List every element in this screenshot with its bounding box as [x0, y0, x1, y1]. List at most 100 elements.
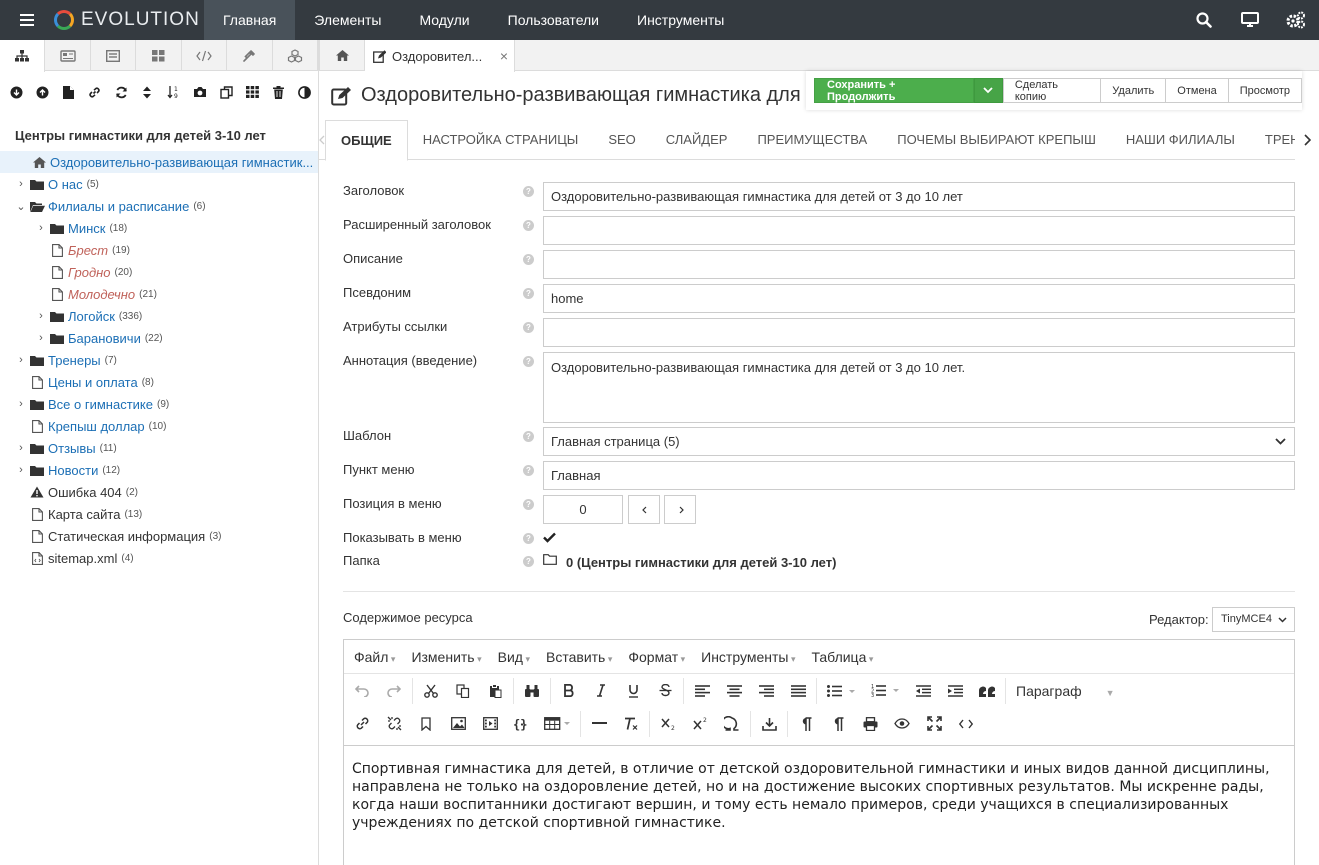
preview-site-button[interactable]	[1227, 0, 1273, 40]
search-replace-button[interactable]	[516, 677, 548, 705]
preview-content-button[interactable]	[886, 710, 918, 738]
nav-modules[interactable]: Модули	[400, 0, 488, 40]
underline-button[interactable]	[617, 677, 649, 705]
tree-item[interactable]: Цены и оплата (8)	[0, 371, 318, 393]
insert-table-button[interactable]	[538, 710, 578, 738]
tree-item[interactable]: sitemap.xml (4)	[0, 547, 318, 569]
tree-item[interactable]: › Новости (12)	[0, 459, 318, 481]
tree-item[interactable]: › О нас (5)	[0, 173, 318, 195]
collapse-tree-button[interactable]	[29, 79, 55, 105]
cut-button[interactable]	[415, 677, 447, 705]
tab-templates[interactable]	[45, 40, 91, 71]
bold-button[interactable]	[553, 677, 585, 705]
tab-why-choose[interactable]: ПОЧЕМЫ ВЫБИРАЮТ КРЕПЫШ	[882, 120, 1111, 160]
tab-general[interactable]: ОБЩИЕ	[325, 120, 408, 161]
tree-item[interactable]: Брест (19)	[0, 239, 318, 261]
preview-button[interactable]: Просмотр	[1227, 78, 1302, 103]
bullet-list-button[interactable]	[819, 677, 863, 705]
chevron-right-icon[interactable]: ›	[14, 178, 28, 190]
menu-toggle-button[interactable]	[0, 0, 54, 40]
tabs-next-button[interactable]	[1295, 120, 1319, 160]
blockquote-button[interactable]	[971, 677, 1003, 705]
manage-files-button[interactable]	[187, 79, 213, 105]
unlink-button[interactable]	[378, 710, 410, 738]
insert-file-button[interactable]	[753, 710, 785, 738]
tab-advantages[interactable]: ПРЕИМУЩЕСТВА	[742, 120, 882, 160]
align-center-button[interactable]	[718, 677, 750, 705]
redo-button[interactable]	[378, 677, 410, 705]
outdent-button[interactable]	[907, 677, 939, 705]
tree-item[interactable]: Молодечно (21)	[0, 283, 318, 305]
tree-root-title[interactable]: Центры гимнастики для детей 3-10 лет	[15, 128, 266, 143]
italic-button[interactable]	[585, 677, 617, 705]
tree-item[interactable]: › Отзывы (11)	[0, 437, 318, 459]
editor-menu-format[interactable]: Формат	[620, 649, 693, 665]
tab-modules[interactable]	[273, 40, 318, 71]
help-icon[interactable]: ?	[523, 356, 534, 367]
menutitle-input[interactable]: Главная	[543, 461, 1295, 490]
help-icon[interactable]: ?	[523, 254, 534, 265]
print-button[interactable]	[854, 710, 886, 738]
introtext-textarea[interactable]: Оздоровительно-развивающая гимнастика дл…	[543, 352, 1295, 423]
chevron-right-icon[interactable]: ›	[34, 222, 48, 234]
editor-menu-file[interactable]: Файл	[346, 649, 403, 665]
tree-item[interactable]: Статическая информация (3)	[0, 525, 318, 547]
tab-document[interactable]: Оздоровител... ×	[365, 40, 515, 72]
insert-image-button[interactable]	[442, 710, 474, 738]
tree-item[interactable]: › Все о гимнастике (9)	[0, 393, 318, 415]
format-select[interactable]: Параграф ▼	[1008, 683, 1115, 699]
tab-seo[interactable]: SEO	[593, 120, 650, 160]
tree-item[interactable]: Карта сайта (13)	[0, 503, 318, 525]
fullscreen-button[interactable]	[918, 710, 950, 738]
new-weblink-button[interactable]	[82, 79, 108, 105]
special-char-button[interactable]	[716, 710, 748, 738]
visual-chars-button[interactable]	[822, 710, 854, 738]
tree-item[interactable]: › Барановичи (22)	[0, 327, 318, 349]
toggle-theme-button[interactable]	[292, 79, 318, 105]
template-select[interactable]: Главная страница (5)	[543, 427, 1295, 456]
help-icon[interactable]: ?	[523, 499, 534, 510]
elements-grid-button[interactable]	[239, 79, 265, 105]
tab-branches[interactable]: НАШИ ФИЛИАЛЫ	[1111, 120, 1250, 160]
strikethrough-button[interactable]	[649, 677, 681, 705]
remove-format-button[interactable]	[615, 710, 647, 738]
chevron-right-icon[interactable]: ›	[14, 464, 28, 476]
editor-menu-edit[interactable]: Изменить	[403, 649, 489, 665]
duplicate-button[interactable]: Сделать копию	[1002, 78, 1102, 103]
tab-slider[interactable]: СЛАЙДЕР	[651, 120, 743, 160]
manage-images-button[interactable]	[213, 79, 239, 105]
superscript-button[interactable]: 2	[684, 710, 716, 738]
trash-button[interactable]	[266, 79, 292, 105]
logo[interactable]: EVOLUTION	[54, 0, 204, 40]
help-icon[interactable]: ?	[523, 533, 534, 544]
tab-snippets[interactable]	[182, 40, 228, 71]
editor-select[interactable]: TinyMCE4	[1212, 607, 1295, 632]
refresh-tree-button[interactable]	[108, 79, 134, 105]
insert-media-button[interactable]	[474, 710, 506, 738]
editor-menu-tools[interactable]: Инструменты	[693, 649, 803, 665]
subscript-button[interactable]: 2	[652, 710, 684, 738]
tab-page-settings[interactable]: НАСТРОЙКА СТРАНИЦЫ	[408, 120, 594, 160]
save-button[interactable]: Сохранить + Продолжить	[814, 78, 974, 103]
menuindex-input[interactable]: 0	[543, 495, 623, 524]
align-justify-button[interactable]	[782, 677, 814, 705]
editor-menu-view[interactable]: Вид	[490, 649, 538, 665]
menuindex-increase-button[interactable]	[664, 495, 696, 524]
align-right-button[interactable]	[750, 677, 782, 705]
chevron-right-icon[interactable]: ›	[14, 398, 28, 410]
delete-button[interactable]: Удалить	[1100, 78, 1167, 103]
insert-link-button[interactable]	[346, 710, 378, 738]
nav-home[interactable]: Главная	[204, 0, 296, 40]
help-icon[interactable]: ?	[523, 465, 534, 476]
menuindex-decrease-button[interactable]	[628, 495, 660, 524]
help-icon[interactable]: ?	[523, 220, 534, 231]
editor-menu-insert[interactable]: Вставить	[538, 649, 620, 665]
anchor-button[interactable]	[410, 710, 442, 738]
help-icon[interactable]: ?	[523, 186, 534, 197]
help-icon[interactable]: ?	[523, 556, 534, 567]
chevron-right-icon[interactable]: ›	[14, 354, 28, 366]
tab-site-tree[interactable]	[0, 40, 46, 72]
tree-item[interactable]: › Логойск (336)	[0, 305, 318, 327]
nav-elements[interactable]: Элементы	[295, 0, 400, 40]
align-left-button[interactable]	[686, 677, 718, 705]
